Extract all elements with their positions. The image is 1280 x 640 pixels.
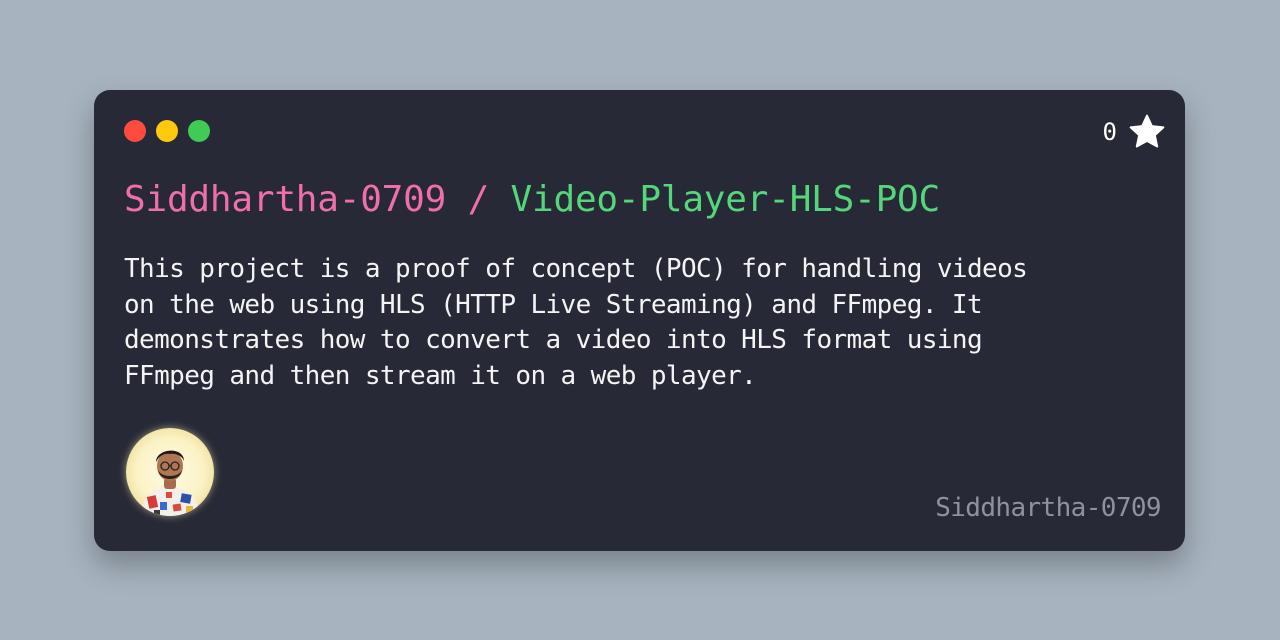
repo-name[interactable]: Video-Player-HLS-POC (511, 179, 941, 220)
star-icon (1129, 114, 1165, 148)
title-separator: / (446, 179, 511, 220)
repo-card: 0 Siddhartha-0709 / Video-Player-HLS-POC… (94, 90, 1185, 551)
close-dot (124, 120, 146, 142)
author-username[interactable]: Siddhartha-0709 (935, 493, 1161, 523)
window-controls (124, 120, 210, 142)
repo-title: Siddhartha-0709 / Video-Player-HLS-POC (124, 178, 940, 221)
star-counter: 0 (1103, 112, 1167, 152)
avatar-photo (140, 450, 200, 516)
minimize-dot (156, 120, 178, 142)
repo-owner[interactable]: Siddhartha-0709 (124, 179, 446, 220)
maximize-dot (188, 120, 210, 142)
avatar[interactable] (126, 428, 214, 516)
star-count: 0 (1102, 118, 1117, 146)
repo-description: This project is a proof of concept (POC)… (124, 254, 1028, 391)
